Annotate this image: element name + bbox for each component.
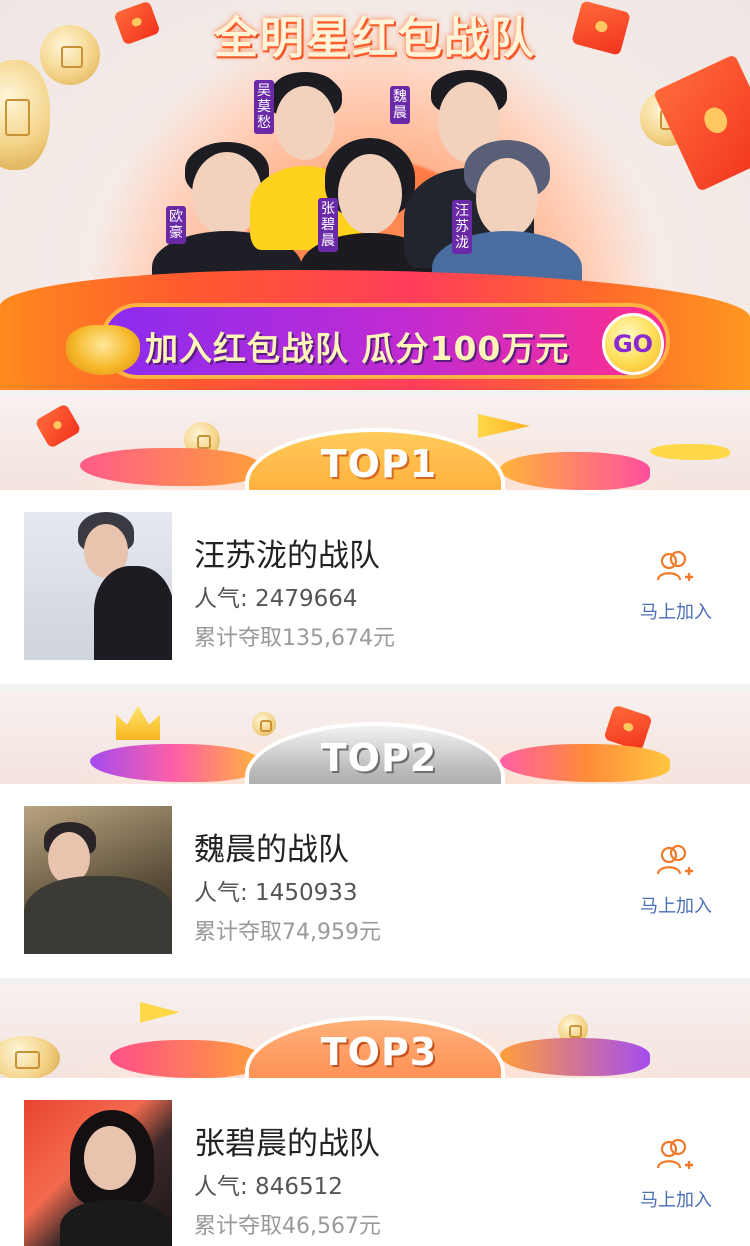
team-earnings: 累计夺取74,959元 <box>194 920 381 945</box>
cta-text: 加入红包战队 瓜分100万元 <box>145 329 570 368</box>
rank-header-top3: TOP3 <box>0 984 750 1078</box>
rank-label: TOP2 <box>320 736 438 780</box>
red-envelope-icon <box>652 54 750 192</box>
rank-label: TOP3 <box>320 1030 438 1074</box>
team-avatar <box>24 512 172 660</box>
team-earnings: 累计夺取135,674元 <box>194 626 395 651</box>
banner-title: 全明星红包战队 <box>214 13 536 64</box>
team-name: 魏晨的战队 <box>194 832 349 868</box>
team-popularity: 人气: 1450933 <box>194 880 358 906</box>
rank-badge: TOP1 <box>245 428 505 490</box>
coin-icon <box>252 712 276 736</box>
team-popularity: 人气: 846512 <box>194 1174 343 1200</box>
gold-ingot-icon <box>66 325 140 375</box>
team-card[interactable]: 汪苏泷的战队 人气: 2479664 累计夺取135,674元 马上加入 <box>0 490 750 684</box>
join-now-button[interactable]: 马上加入 <box>626 544 726 634</box>
celebrity-name-tag: 汪苏泷 <box>452 200 472 254</box>
team-name: 张碧晨的战队 <box>194 1126 380 1162</box>
coin-icon <box>0 1036 60 1078</box>
team-popularity: 人气: 2479664 <box>194 586 358 612</box>
team-card[interactable]: 张碧晨的战队 人气: 846512 累计夺取46,567元 马上加入 <box>0 1078 750 1246</box>
red-envelope-icon <box>34 403 82 449</box>
add-user-icon <box>656 844 693 875</box>
rank-badge: TOP3 <box>245 1016 505 1078</box>
team-name: 汪苏泷的战队 <box>194 538 380 574</box>
celebrity-name-tag: 欧豪 <box>166 206 186 244</box>
team-avatar <box>24 1100 172 1246</box>
celebrity-name-tag: 张碧晨 <box>318 198 338 252</box>
team-card[interactable]: 魏晨的战队 人气: 1450933 累计夺取74,959元 马上加入 <box>0 784 750 978</box>
add-user-icon <box>656 1138 693 1169</box>
join-now-label: 马上加入 <box>640 896 712 917</box>
rank-header-top2: TOP2 <box>0 690 750 784</box>
add-user-icon <box>656 550 693 581</box>
join-now-label: 马上加入 <box>640 602 712 623</box>
crown-icon <box>116 706 160 740</box>
coin-icon <box>0 60 50 170</box>
celebrity-name-tag: 吴莫愁 <box>254 80 274 134</box>
team-earnings: 累计夺取46,567元 <box>194 1214 381 1239</box>
celebrity-name-tag: 魏晨 <box>390 86 410 124</box>
join-now-label: 马上加入 <box>640 1190 712 1211</box>
team-avatar <box>24 806 172 954</box>
rank-header-top1: TOP1 <box>0 396 750 490</box>
rank-badge: TOP2 <box>245 722 505 784</box>
join-now-button[interactable]: 马上加入 <box>626 1132 726 1222</box>
hero-banner[interactable]: 全明星红包战队 欧豪 吴莫愁 张碧晨 魏晨 汪苏泷 加入红包战队 瓜分100万元… <box>0 0 750 390</box>
go-button[interactable]: GO <box>602 313 664 375</box>
join-now-button[interactable]: 马上加入 <box>626 838 726 928</box>
rank-label: TOP1 <box>320 442 438 486</box>
flag-icon <box>140 1002 180 1023</box>
